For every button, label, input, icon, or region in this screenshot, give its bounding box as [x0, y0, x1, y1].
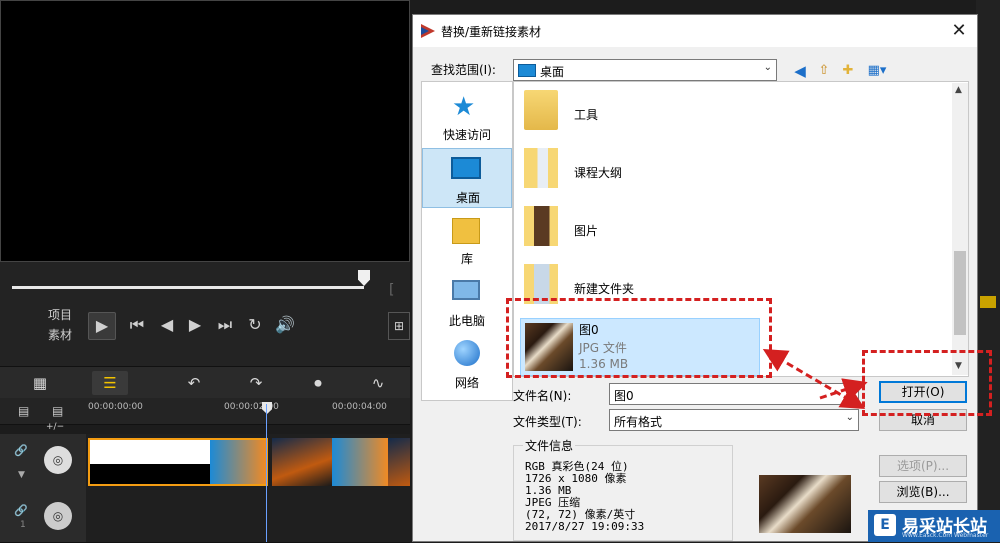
audio-wave-icon[interactable]: ∿ — [360, 371, 396, 395]
clip-city[interactable] — [272, 438, 332, 486]
timecode-2: 00:00:04:00 — [332, 402, 387, 412]
annotation-selected-file-box — [506, 298, 772, 378]
timeline-toolbar: ▦ ☰ ↶ ↷ ⏺ ∿ — [0, 366, 410, 399]
file-item-new-folder[interactable]: 新建文件夹 — [574, 280, 634, 297]
close-button[interactable]: ✕ — [947, 19, 971, 43]
folder-icon — [524, 148, 558, 188]
watermark-logo: E 易采站长站 Www.Easck.Com Webmaster — [868, 510, 1000, 542]
new-folder-icon[interactable]: ✚ — [839, 62, 857, 80]
step-forward-icon[interactable]: ▶ — [182, 312, 208, 338]
clip-transition-2[interactable] — [332, 438, 388, 486]
look-in-value: 桌面 — [540, 65, 565, 79]
place-label: 桌面 — [455, 191, 480, 205]
playhead-line — [266, 404, 267, 542]
dialog-title: 替换/重新链接素材 — [441, 25, 542, 39]
expand-icon[interactable]: ▼ — [18, 470, 25, 480]
filetype-value: 所有格式 — [614, 415, 663, 429]
redo-icon[interactable]: ↷ — [238, 371, 274, 395]
folder-icon — [524, 206, 558, 246]
place-label: 快速访问 — [442, 128, 491, 142]
relink-dialog: 替换/重新链接素材 ✕ 查找范围(I): 桌面 ⌄ ◀ ⇧ ✚ ▦▾ ★ 快速访… — [412, 14, 978, 542]
up-folder-icon[interactable]: ⇧ — [815, 62, 833, 80]
file-info-preview-image — [759, 475, 851, 533]
scroll-thumb[interactable] — [954, 251, 966, 335]
step-back-icon[interactable]: ◀ — [154, 312, 180, 338]
video-track-toggle-icon[interactable]: ▤ — [18, 404, 29, 418]
file-list-scrollbar[interactable]: ▲ ▼ — [952, 83, 968, 375]
scroll-up-icon[interactable]: ▲ — [955, 85, 962, 95]
browse-button[interactable]: 浏览(B)... — [879, 481, 967, 503]
place-label: 此电脑 — [448, 314, 485, 328]
view-menu-icon[interactable]: ▦▾ — [863, 62, 891, 80]
timeline-view-icon[interactable]: ☰ — [92, 371, 128, 395]
play-icon[interactable]: ▶ — [88, 312, 116, 340]
goto-end-icon[interactable]: ⏭ — [212, 312, 238, 338]
filename-value: 图0 — [614, 389, 634, 403]
repeat-icon[interactable]: ↻ — [242, 312, 268, 338]
dialog-titlebar: 替换/重新链接素材 ✕ — [413, 15, 977, 47]
goto-start-icon[interactable]: ⏮ — [124, 312, 150, 338]
bracket-icon: [ — [389, 282, 395, 298]
mode-project-label[interactable]: 项目 — [48, 306, 72, 323]
timecode-0: 00:00:00:00 — [88, 402, 143, 412]
filename-label: 文件名(N): — [513, 389, 572, 403]
options-button: 选项(P)... — [879, 455, 967, 477]
overlay-track-header: 🔗 1 ◎ — [0, 490, 86, 543]
right-panel-strip — [976, 0, 1000, 542]
annotation-arrows — [762, 348, 868, 410]
place-label: 网络 — [454, 376, 479, 390]
desktop-icon — [451, 157, 481, 179]
annotation-open-button-box — [862, 350, 992, 416]
library-icon — [452, 218, 480, 244]
places-bar: ★ 快速访问 桌面 库 此电脑 网络 — [421, 81, 513, 401]
storyboard-view-icon[interactable]: ▦ — [22, 371, 58, 395]
look-in-label: 查找范围(I): — [431, 63, 496, 77]
clip-transition[interactable] — [210, 440, 266, 484]
back-icon[interactable]: ◀ — [791, 62, 809, 80]
chevron-down-icon: ⌄ — [763, 62, 772, 73]
logo-icon: E — [874, 514, 896, 536]
video-preview — [0, 0, 410, 262]
track-add-remove[interactable]: +/− — [46, 422, 64, 432]
film-reel-icon: ◎ — [44, 446, 72, 474]
watermark-sub: Www.Easck.Com Webmaster — [902, 532, 989, 539]
clip-city-2[interactable] — [388, 438, 410, 486]
place-label: 库 — [460, 252, 473, 266]
overlay-track[interactable] — [86, 490, 410, 543]
place-library[interactable]: 库 — [422, 210, 512, 270]
file-info-line: 2017/8/27 19:09:33 — [525, 520, 645, 533]
playhead-handle[interactable] — [262, 402, 272, 414]
undo-icon[interactable]: ↶ — [176, 371, 212, 395]
star-icon: ★ — [452, 92, 476, 122]
all-tracks-toggle-icon[interactable]: ▤ — [52, 404, 63, 418]
timeline-ruler[interactable]: ▤ ▤ 00:00:00:00 00:00:02:00 00:00:04:00 — [0, 398, 410, 425]
file-info-title: 文件信息 — [523, 437, 576, 454]
mode-clip-label[interactable]: 素材 — [48, 326, 72, 343]
app-logo-icon — [421, 24, 435, 38]
film-reel-icon-2: ◎ — [44, 502, 72, 530]
volume-icon[interactable]: 🔊 — [272, 312, 298, 338]
place-network[interactable]: 网络 — [422, 334, 512, 394]
scrub-bar[interactable] — [12, 286, 364, 289]
place-this-pc[interactable]: 此电脑 — [422, 272, 512, 332]
video-track-header: 🔗 ▼ ◎ — [0, 434, 86, 491]
file-item-pictures[interactable]: 图片 — [574, 222, 598, 239]
place-desktop[interactable]: 桌面 — [422, 148, 512, 208]
file-item-syllabus[interactable]: 课程大纲 — [574, 164, 622, 181]
computer-icon — [452, 280, 480, 300]
video-track[interactable] — [86, 434, 410, 491]
place-quick-access[interactable]: ★ 快速访问 — [422, 86, 512, 146]
filetype-label: 文件类型(T): — [513, 415, 582, 429]
strip-yellow-icon — [980, 296, 996, 308]
lock-icon[interactable]: 🔗 — [14, 444, 28, 457]
record-icon[interactable]: ⏺ — [300, 371, 336, 395]
network-icon — [454, 340, 480, 366]
lock-icon-2[interactable]: 🔗 — [14, 504, 28, 517]
track-number-label: 1 — [20, 520, 26, 530]
look-in-dropdown[interactable]: 桌面 ⌄ — [513, 59, 777, 81]
folder-icon — [524, 90, 558, 130]
aspect-icon[interactable]: ⊞ — [388, 312, 410, 340]
desktop-small-icon — [518, 64, 536, 77]
file-item-tools[interactable]: 工具 — [574, 106, 598, 123]
